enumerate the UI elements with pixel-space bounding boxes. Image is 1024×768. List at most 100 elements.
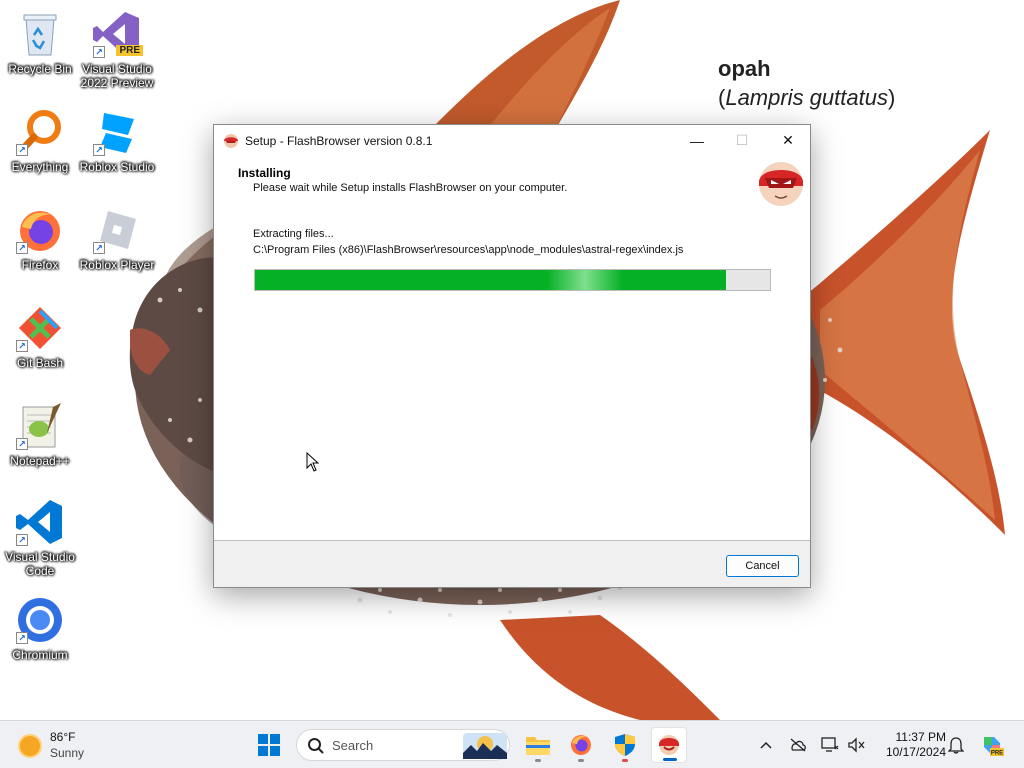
cancel-button[interactable]: Cancel — [726, 555, 799, 577]
system-clock[interactable]: 11:37 PM 10/17/2024 — [872, 730, 946, 760]
taskbar-firefox[interactable] — [563, 727, 599, 763]
desktop-icon-git-bash[interactable]: ↗ Git Bash — [0, 302, 80, 370]
tray-onedrive[interactable] — [788, 735, 808, 755]
shortcut-arrow-icon: ↗ — [16, 242, 28, 254]
defender-shield-icon — [615, 734, 635, 756]
shortcut-arrow-icon: ↗ — [93, 46, 105, 58]
minimize-button[interactable]: — — [674, 125, 720, 156]
notepad-plus-plus-icon: ↗ — [14, 400, 66, 452]
start-icon — [258, 734, 280, 756]
desktop-icon-firefox[interactable]: ↗ Firefox — [0, 204, 80, 272]
taskbar-flashbrowser-setup[interactable] — [651, 727, 687, 763]
shortcut-arrow-icon: ↗ — [16, 534, 28, 546]
shortcut-arrow-icon: ↗ — [16, 144, 28, 156]
wallpaper-scientific-name: (Lampris guttatus) — [718, 85, 896, 110]
chevron-up-icon — [760, 741, 772, 749]
wallpaper-common-name: opah — [718, 56, 771, 81]
install-status-text: Extracting files... — [253, 228, 334, 240]
search-highlight-art-icon — [463, 733, 507, 759]
cloud-offline-icon — [790, 738, 806, 752]
firefox-icon — [571, 735, 591, 755]
shortcut-arrow-icon: ↗ — [16, 340, 28, 352]
desktop-icon-label: Roblox Studio — [79, 160, 155, 174]
search-placeholder: Search — [332, 738, 374, 753]
weather-temperature: 86°F — [50, 730, 76, 744]
vscode-icon: ↗ — [14, 496, 66, 548]
preview-badge: PRE — [116, 45, 143, 56]
running-indicator — [663, 758, 677, 761]
page-subtitle: Please wait while Setup installs FlashBr… — [253, 182, 568, 194]
everything-search-icon: ↗ — [14, 106, 66, 158]
start-button[interactable] — [251, 727, 287, 763]
shortcut-arrow-icon: ↗ — [16, 632, 28, 644]
current-file-path: C:\Program Files (x86)\FlashBrowser\reso… — [253, 244, 684, 256]
flashbrowser-icon — [224, 133, 238, 148]
maximize-button: ☐ — [735, 132, 749, 148]
progress-fill — [255, 270, 727, 290]
running-indicator — [535, 759, 541, 762]
running-indicator — [622, 759, 628, 762]
flashbrowser-setup-icon — [659, 735, 679, 755]
desktop-icon-chromium[interactable]: ↗ Chromium — [0, 594, 80, 662]
file-explorer-icon — [526, 737, 550, 755]
desktop-icon-label: Recycle Bin — [8, 62, 72, 76]
shortcut-arrow-icon: ↗ — [93, 144, 105, 156]
copilot-preview-button[interactable]: PRE — [980, 733, 1004, 757]
desktop-icon-label: Git Bash — [16, 356, 64, 370]
weather-widget[interactable]: 86°F Sunny — [12, 729, 132, 763]
tray-network[interactable] — [820, 735, 840, 755]
roblox-studio-icon: ↗ — [91, 106, 143, 158]
title-bar[interactable]: Setup - FlashBrowser version 0.8.1 — ☐ ✕ — [214, 125, 810, 156]
network-monitor-icon — [821, 737, 839, 752]
flashbrowser-logo-icon — [759, 162, 803, 206]
bell-icon — [948, 737, 964, 754]
roblox-player-icon: ↗ — [91, 204, 143, 256]
taskbar-windows-security[interactable] — [607, 727, 643, 763]
close-button[interactable]: ✕ — [765, 125, 811, 156]
taskbar: 86°F Sunny Search 11:37 PM 10/17/2024 PR… — [0, 720, 1024, 768]
desktop-icon-everything[interactable]: ↗ Everything — [0, 106, 80, 174]
desktop-icon-label: Visual Studio 2022 Preview — [80, 62, 154, 90]
taskbar-search-box[interactable]: Search — [296, 729, 510, 761]
clock-time: 11:37 PM — [895, 730, 946, 744]
install-progress-bar — [254, 269, 771, 291]
desktop-icon-notepad-plus-plus[interactable]: ↗ Notepad++ — [0, 400, 80, 468]
setup-window[interactable]: Setup - FlashBrowser version 0.8.1 — ☐ ✕… — [213, 124, 811, 588]
wallpaper-caption: opah (Lampris guttatus) — [718, 56, 895, 111]
running-indicator — [578, 759, 584, 762]
copilot-preview-icon: PRE — [984, 737, 1004, 757]
window-title: Setup - FlashBrowser version 0.8.1 — [245, 133, 433, 148]
chromium-icon: ↗ — [14, 594, 66, 646]
desktop-icon-label: Chromium — [12, 648, 68, 662]
clock-date: 10/17/2024 — [885, 745, 946, 759]
search-icon — [308, 738, 324, 754]
shortcut-arrow-icon: ↗ — [16, 438, 28, 450]
notifications-button[interactable] — [946, 735, 966, 755]
volume-muted-icon — [848, 737, 865, 753]
wizard-header: Installing Please wait while Setup insta… — [214, 156, 810, 208]
desktop-icon-label: Notepad++ — [10, 454, 70, 468]
git-bash-icon: ↗ — [14, 302, 66, 354]
sun-icon — [20, 736, 40, 756]
desktop-icon-roblox-studio[interactable]: ↗ Roblox Studio — [77, 106, 157, 174]
svg-text:PRE: PRE — [991, 751, 1003, 757]
desktop-icon-vscode[interactable]: ↗ Visual Studio Code — [0, 496, 80, 578]
tray-volume[interactable] — [846, 735, 866, 755]
firefox-icon: ↗ — [14, 204, 66, 256]
page-title: Installing — [238, 166, 291, 180]
desktop-icon-label: Visual Studio Code — [5, 550, 75, 578]
desktop-icon-label: Firefox — [21, 258, 59, 272]
desktop-icon-visual-studio-preview[interactable]: ↗ PRE Visual Studio 2022 Preview — [77, 8, 157, 90]
show-hidden-icons-button[interactable] — [756, 735, 776, 755]
desktop-icon-label: Everything — [11, 160, 69, 174]
mouse-cursor-icon — [306, 452, 320, 472]
desktop-icon-roblox-player[interactable]: ↗ Roblox Player — [77, 204, 157, 272]
taskbar-file-explorer[interactable] — [520, 727, 556, 763]
recycle-bin-icon — [14, 8, 66, 60]
wizard-content: Extracting files... C:\Program Files (x8… — [214, 208, 810, 541]
visual-studio-preview-icon: ↗ PRE — [91, 8, 143, 60]
weather-condition: Sunny — [50, 746, 85, 760]
desktop-icon-recycle-bin[interactable]: Recycle Bin — [0, 8, 80, 76]
desktop-icon-label: Roblox Player — [79, 258, 155, 272]
shortcut-arrow-icon: ↗ — [93, 242, 105, 254]
